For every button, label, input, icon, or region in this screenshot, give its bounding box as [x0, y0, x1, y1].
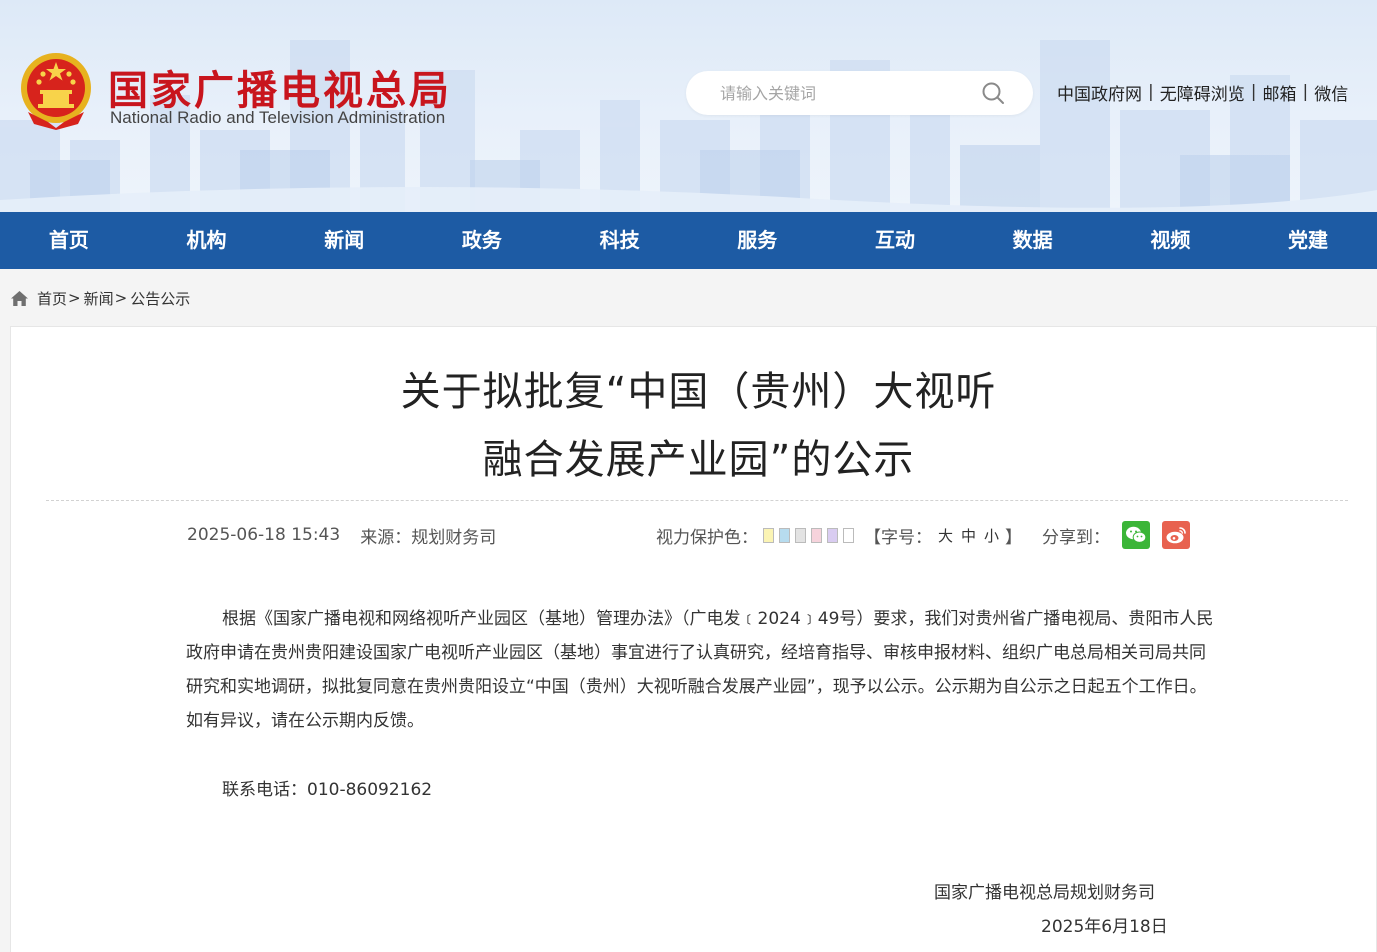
wechat-icon	[1126, 526, 1147, 543]
nav-item-technology[interactable]: 科技	[551, 212, 689, 269]
eye-color-pink[interactable]	[811, 527, 822, 543]
title-divider	[46, 500, 1348, 501]
eye-color-blue[interactable]	[779, 527, 790, 543]
link-gov-cn[interactable]: 中国政府网	[1057, 80, 1142, 105]
contact-phone: 联系电话：010-86092162	[222, 780, 433, 800]
article-paragraph: 根据《国家广播电视和网络视听产业园区（基地）管理办法》（广电发﹝2024﹞49号…	[186, 609, 1214, 731]
article-title: 关于拟批复“中国（贵州）大视听 融合发展产业园”的公示	[0, 358, 1377, 494]
signature-organization: 国家广播电视总局规划财务司	[934, 883, 1155, 903]
share-label: 分享到：	[1042, 527, 1111, 548]
nav-item-party-building[interactable]: 党建	[1239, 212, 1377, 269]
share-weibo-button[interactable]	[1162, 521, 1191, 549]
eye-protect-label: 视力保护色：	[656, 527, 758, 548]
nav-item-home[interactable]: 首页	[0, 212, 138, 269]
eye-color-white[interactable]	[843, 527, 854, 543]
eye-color-purple[interactable]	[827, 527, 838, 543]
nav-item-services[interactable]: 服务	[688, 212, 826, 269]
share-wechat-button[interactable]	[1122, 521, 1151, 549]
article-meta: 2025-06-18 15:43 来源：规划财务司	[187, 522, 496, 548]
nav-item-interaction[interactable]: 互动	[826, 212, 964, 269]
publish-datetime: 2025-06-18 15:43	[187, 525, 341, 545]
site-header: 国家广播电视总局 National Radio and Television A…	[0, 0, 1377, 212]
nav-item-video[interactable]: 视频	[1102, 212, 1240, 269]
site-title-en: National Radio and Television Administra…	[110, 108, 446, 127]
nav-item-news[interactable]: 新闻	[275, 212, 413, 269]
font-size-control: 【字号： 大 中 小 】	[864, 523, 1022, 548]
article-source: 来源：规划财务司	[360, 527, 497, 548]
eye-color-gray[interactable]	[795, 527, 806, 543]
font-size-label: 【字号：	[864, 527, 932, 548]
nav-item-organization[interactable]: 机构	[138, 212, 276, 269]
breadcrumb-notices[interactable]: 公告公示	[130, 288, 190, 309]
search-input[interactable]	[720, 81, 970, 105]
signature-date: 2025年6月18日	[1041, 917, 1168, 937]
link-mailbox[interactable]: 邮箱	[1262, 80, 1296, 105]
breadcrumb-news[interactable]: 新闻	[84, 288, 114, 309]
home-icon	[11, 290, 28, 306]
article-title-line2: 融合发展产业园”的公示	[482, 437, 915, 483]
article-title-line1: 关于拟批复“中国（贵州）大视听	[400, 369, 997, 415]
link-accessibility[interactable]: 无障碍浏览	[1160, 80, 1245, 105]
nav-item-government-affairs[interactable]: 政务	[413, 212, 551, 269]
article-tools: 视力保护色： 【字号： 大 中 小 】 分享到：	[656, 520, 1191, 550]
main-nav: 首页 机构 新闻 政务 科技 服务 互动 数据 视频 党建	[0, 212, 1377, 269]
eye-color-yellow[interactable]	[763, 527, 774, 543]
breadcrumb-separator: >	[114, 289, 128, 307]
link-separator: |	[1148, 82, 1154, 102]
search-icon[interactable]	[981, 81, 1005, 105]
link-wechat[interactable]: 微信	[1314, 80, 1348, 105]
font-size-large[interactable]: 大	[938, 525, 953, 546]
top-links: 中国政府网 | 无障碍浏览 | 邮箱 | 微信	[1057, 80, 1348, 105]
font-size-medium[interactable]: 中	[961, 525, 976, 546]
link-separator: |	[1250, 82, 1257, 102]
nav-item-data[interactable]: 数据	[964, 212, 1102, 269]
national-emblem-logo	[21, 53, 91, 130]
link-separator: |	[1302, 82, 1309, 102]
font-size-bracket: 】	[1005, 527, 1023, 548]
font-size-small[interactable]: 小	[984, 525, 999, 546]
breadcrumb-home[interactable]: 首页	[37, 288, 67, 309]
weibo-icon	[1166, 527, 1186, 544]
breadcrumb: 首页 > 新闻 > 公告公示	[10, 286, 190, 310]
breadcrumb-separator: >	[68, 289, 81, 307]
